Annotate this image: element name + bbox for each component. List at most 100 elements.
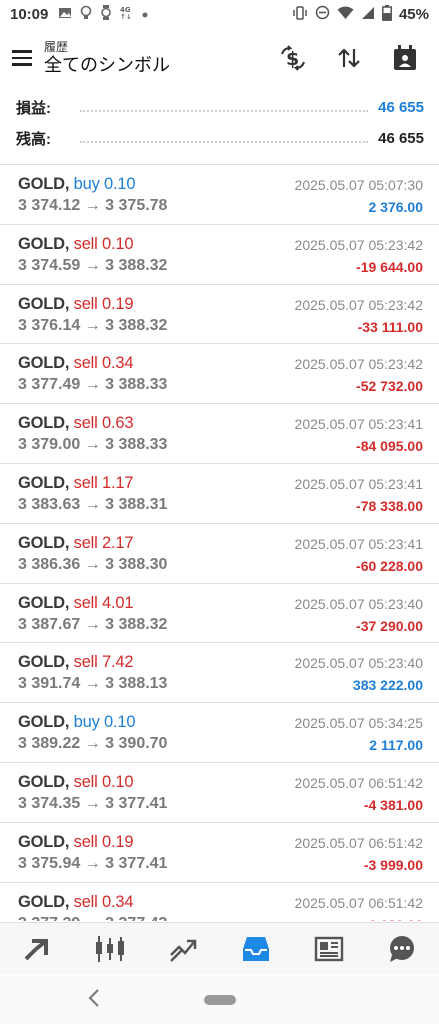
deal-title: GOLD, sell 0.19	[18, 833, 133, 852]
deal-prices: 3 375.94 → 3 377.41	[18, 854, 168, 872]
balance-label: 残高:	[16, 131, 51, 148]
deal-symbol: GOLD,	[18, 414, 70, 433]
menu-icon[interactable]	[0, 30, 44, 86]
deal-title: GOLD, sell 1.17	[18, 474, 133, 493]
deal-profit: -37 290.00	[356, 617, 423, 634]
deal-title: GOLD, sell 0.19	[18, 295, 133, 314]
deal-row[interactable]: GOLD, sell 4.01 3 387.67 → 3 388.32 2025.0…	[0, 584, 439, 644]
deal-profit: 383 222.00	[352, 677, 423, 694]
sort-icon[interactable]	[321, 34, 377, 82]
deal-side: sell 7.42	[73, 653, 134, 672]
watch-icon	[100, 5, 112, 23]
deal-time: 2025.05.07 05:34:25	[294, 715, 423, 732]
deal-title: GOLD, sell 0.63	[18, 414, 133, 433]
deal-prices: 3 391.74 → 3 388.13	[18, 675, 168, 693]
battery-icon	[382, 4, 392, 24]
deal-time: 2025.05.07 05:23:42	[294, 296, 423, 313]
deal-prices: 3 387.67 → 3 388.32	[18, 615, 168, 633]
deal-side: buy 0.10	[73, 175, 136, 193]
deal-side: sell 1.17	[73, 473, 134, 492]
deal-row[interactable]: GOLD, sell 0.63 3 379.00 → 3 388.33 2025.0…	[0, 404, 439, 464]
deal-prices: 3 383.63 → 3 388.31	[18, 495, 168, 513]
deal-row[interactable]: GOLD, sell 7.42 3 391.74 → 3 388.13 2025.0…	[0, 643, 439, 704]
profit-value: 46 655	[378, 99, 424, 116]
deal-list[interactable]: GOLD, buy 0.10 3 374.12 → 3 375.78 2025.05…	[0, 164, 439, 921]
deal-title: GOLD, buy 0.10	[18, 713, 136, 732]
bottom-nav	[0, 922, 439, 974]
battery-percent: 45%	[398, 5, 429, 23]
deal-symbol: GOLD,	[18, 653, 70, 672]
deal-title: GOLD, sell 7.42	[18, 653, 133, 672]
deal-profit: 2 376.00	[368, 199, 424, 215]
calendar-icon[interactable]	[377, 34, 433, 82]
deal-symbol: GOLD,	[18, 772, 70, 791]
deal-symbol: GOLD,	[18, 713, 70, 732]
profit-label: 損益:	[16, 100, 51, 117]
deal-row[interactable]: GOLD, sell 0.19 3 376.14 → 3 388.32 2025.0…	[0, 285, 439, 345]
deal-title: GOLD, sell 0.10	[18, 235, 133, 254]
deal-side: sell 4.01	[73, 593, 134, 612]
signal-icon	[361, 6, 375, 23]
deal-side: sell 0.10	[73, 234, 134, 253]
deal-profit: -52 732.00	[356, 378, 423, 395]
balance-row: 残高: 46 655	[0, 123, 439, 154]
deal-title: GOLD, sell 0.34	[18, 893, 133, 912]
deal-row[interactable]: GOLD, buy 0.10 3 389.22 → 3 390.70 2025.05…	[0, 703, 439, 763]
deal-profit: -1 180.00	[364, 917, 423, 921]
deal-profit: -84 095.00	[356, 438, 423, 455]
deal-side: sell 0.34	[73, 354, 134, 373]
vibrate-icon	[292, 5, 308, 23]
deal-profit: -33 111.00	[357, 318, 423, 335]
deal-row[interactable]: GOLD, sell 2.17 3 386.36 → 3 388.30 2025.0…	[0, 524, 439, 584]
deal-time: 2025.05.07 06:51:42	[294, 834, 423, 851]
deal-prices: 3 374.35 → 3 377.41	[18, 794, 168, 812]
history-icon[interactable]	[226, 925, 286, 973]
deal-symbol: GOLD,	[18, 234, 70, 253]
deal-row[interactable]: GOLD, sell 0.19 3 375.94 → 3 377.41 2025.0…	[0, 823, 439, 883]
deal-profit: -19 644.00	[356, 258, 423, 275]
deal-title: GOLD, buy 0.10	[18, 175, 136, 194]
balance-value: 46 655	[378, 130, 424, 147]
chart-icon[interactable]	[80, 925, 140, 973]
deal-prices: 3 376.14 → 3 388.32	[18, 316, 168, 334]
account-summary: 損益: 46 655 残高: 46 655	[0, 92, 439, 154]
currency-exchange-icon[interactable]: $	[265, 34, 321, 82]
trade-icon[interactable]	[153, 925, 213, 973]
quotes-icon[interactable]	[7, 925, 67, 973]
deal-row[interactable]: GOLD, sell 0.34 3 377.49 → 3 388.33 2025.0…	[0, 344, 439, 405]
deal-time: 2025.05.07 05:23:40	[294, 595, 423, 612]
deal-time: 2025.05.07 05:23:42	[294, 356, 423, 373]
deal-prices: 3 379.00 → 3 388.33	[18, 436, 168, 454]
news-icon[interactable]	[299, 925, 359, 973]
deal-row[interactable]: GOLD, sell 0.34 3 377.29 → 3 377.43 2025.0…	[0, 883, 439, 921]
wifi-icon	[337, 6, 354, 23]
deal-profit: -4 381.00	[363, 796, 423, 813]
deal-symbol: GOLD,	[18, 832, 70, 851]
deal-time: 2025.05.07 05:07:30	[294, 177, 423, 193]
deal-time: 2025.05.07 06:51:42	[294, 894, 423, 911]
deal-title: GOLD, sell 0.10	[18, 773, 133, 792]
deal-profit: -60 228.00	[356, 557, 423, 574]
home-pill[interactable]	[203, 994, 236, 1005]
deal-side: sell 0.19	[73, 294, 134, 313]
status-time: 10:09	[10, 5, 49, 23]
deal-side: buy 0.10	[73, 713, 136, 732]
deal-prices: 3 374.59 → 3 388.32	[18, 256, 168, 274]
deal-profit: -78 338.00	[356, 497, 423, 514]
deal-prices: 3 389.22 → 3 390.70	[18, 735, 168, 753]
back-icon[interactable]	[82, 985, 106, 1011]
messages-icon[interactable]	[372, 925, 432, 973]
deal-time: 2025.05.07 05:23:42	[294, 236, 423, 253]
header-title[interactable]: 全てのシンボル	[44, 54, 170, 76]
deal-row[interactable]: GOLD, sell 1.17 3 383.63 → 3 388.31 2025.0…	[0, 464, 439, 524]
image-icon	[58, 6, 72, 23]
deal-side: sell 0.63	[73, 414, 134, 433]
deal-side: sell 0.34	[73, 892, 134, 911]
deal-row[interactable]: GOLD, sell 0.10 3 374.59 → 3 388.32 2025.0…	[0, 225, 439, 285]
deal-row[interactable]: GOLD, buy 0.10 3 374.12 → 3 375.78 2025.05…	[0, 165, 439, 225]
deal-time: 2025.05.07 05:23:41	[294, 416, 423, 433]
dnd-icon	[315, 5, 330, 23]
deal-title: GOLD, sell 0.34	[18, 354, 133, 373]
deal-row[interactable]: GOLD, sell 0.10 3 374.35 → 3 377.41 2025.0…	[0, 763, 439, 823]
dot-icon	[142, 7, 148, 21]
